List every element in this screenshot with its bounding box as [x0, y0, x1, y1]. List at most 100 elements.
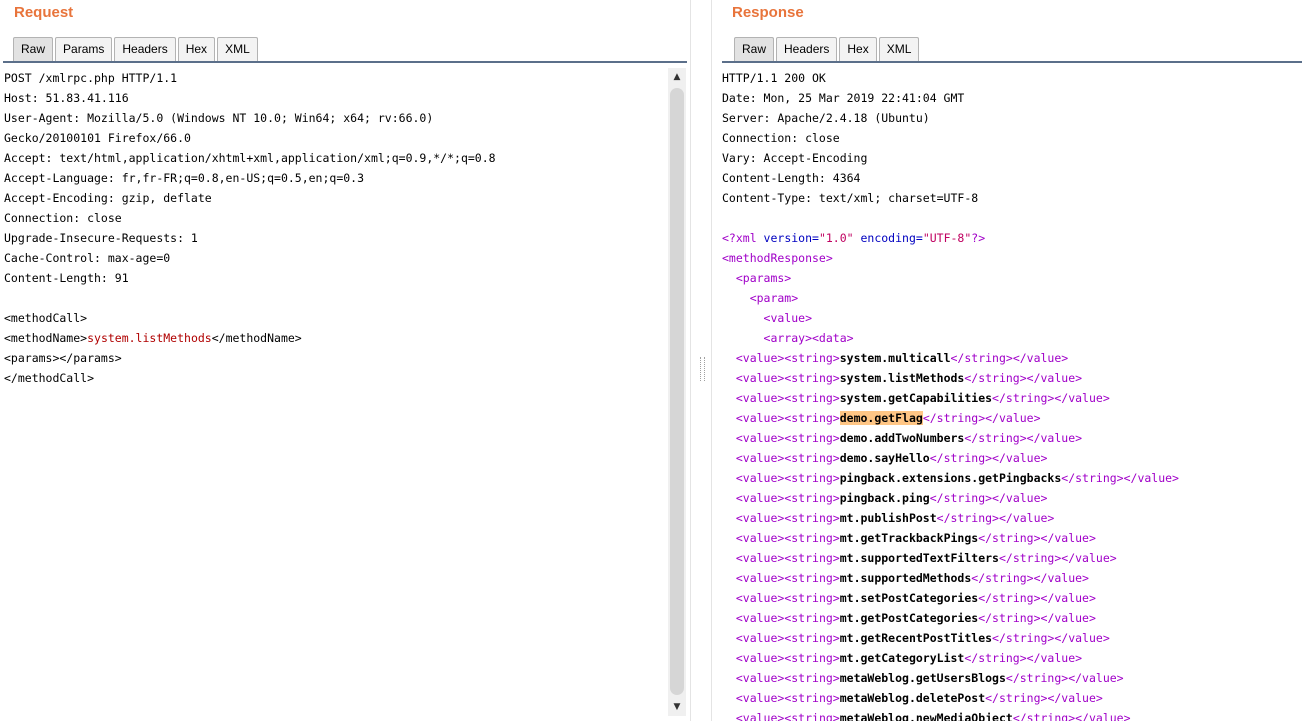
xml-tag: </string> — [992, 631, 1055, 645]
response-header-line: Content-Length: 4364 — [722, 171, 861, 185]
response-header-line — [722, 208, 1179, 228]
response-header-line: HTTP/1.1 200 OK — [722, 71, 826, 85]
scroll-down-arrow-icon[interactable]: ▼ — [668, 698, 686, 716]
request-line: Gecko/20100101 Firefox/66.0 — [4, 131, 191, 145]
xml-tag: </string> — [929, 491, 993, 505]
xml-tag: </string> — [1005, 671, 1069, 685]
xml-attribute: version= — [763, 231, 819, 245]
response-header-line: Server: Apache/2.4.18 (Ubuntu) — [722, 111, 930, 125]
xml-tag: <value> — [735, 451, 785, 465]
method-name: metaWeblog.deletePost — [839, 691, 986, 705]
scrollbar-thumb[interactable] — [670, 88, 684, 695]
response-viewer[interactable]: HTTP/1.1 200 OK Date: Mon, 25 Mar 2019 22… — [722, 68, 1179, 721]
method-name: mt.getRecentPostTitles — [839, 631, 993, 645]
xml-tag: </value> — [992, 451, 1048, 465]
xml-tag: </string> — [992, 391, 1055, 405]
method-name: mt.getPostCategories — [839, 611, 979, 625]
xml-tag: <string> — [784, 651, 840, 665]
xml-tag: </value> — [1026, 371, 1083, 385]
method-row: <value><string>mt.supportedMethods</stri… — [722, 568, 1179, 588]
method-row: <value><string>demo.addTwoNumbers</strin… — [722, 428, 1179, 448]
xml-tag: </string> — [922, 411, 986, 425]
method-row: <value><string>demo.getFlag</string></va… — [722, 408, 1179, 428]
xml-tag: <value> — [735, 551, 785, 565]
response-title: Response — [732, 4, 804, 21]
request-pane: Request Raw Params Headers Hex XML POST … — [0, 0, 690, 721]
xml-tag: <string> — [784, 451, 840, 465]
scroll-up-arrow-icon[interactable]: ▲ — [668, 68, 686, 86]
method-row: <value><string>pingback.ping</string></v… — [722, 488, 1179, 508]
xml-tag: ?> — [971, 231, 986, 245]
request-tab-hex[interactable]: Hex — [177, 37, 216, 61]
xml-tag: </value> — [998, 511, 1055, 525]
xml-tag: <string> — [784, 411, 840, 425]
xml-tag: </string> — [1061, 471, 1124, 485]
xml-tag: </string> — [978, 531, 1041, 545]
method-row: <value><string>mt.getCategoryList</strin… — [722, 648, 1179, 668]
method-name: mt.supportedTextFilters — [839, 551, 999, 565]
response-tab-headers[interactable]: Headers — [776, 37, 838, 61]
xml-tag: <string> — [784, 511, 840, 525]
xml-tag: </string> — [929, 451, 993, 465]
xml-tag: </value> — [1054, 631, 1110, 645]
xml-structure-line: <value> — [722, 311, 813, 325]
xml-tag: </value> — [1040, 591, 1096, 605]
response-tab-xml[interactable]: XML — [878, 37, 920, 61]
highlighted-method-name: demo.getFlag — [839, 411, 923, 425]
xml-tag: </value> — [992, 491, 1048, 505]
xml-tag: </methodName> — [211, 331, 302, 345]
response-header-line: Vary: Accept-Encoding — [722, 151, 868, 165]
xml-tag: <value> — [735, 371, 785, 385]
request-tabs: Raw Params Headers Hex XML — [13, 37, 260, 62]
request-line: Cache-Control: max-age=0 — [4, 251, 171, 265]
method-row: <value><string>mt.getRecentPostTitles</s… — [722, 628, 1179, 648]
xml-tag: </value> — [1026, 431, 1083, 445]
xml-tag: <methodName> — [4, 331, 88, 345]
request-line: Host: 51.83.41.116 — [4, 91, 129, 105]
xml-tag: </string> — [964, 431, 1027, 445]
request-tab-raw[interactable]: Raw — [13, 37, 54, 61]
method-name-value: system.listMethods — [87, 331, 212, 345]
response-header-line: Date: Mon, 25 Mar 2019 22:41:04 GMT — [722, 91, 965, 105]
xml-tag: <value> — [735, 571, 785, 585]
xml-structure-line: <param> — [722, 291, 799, 305]
xml-tag: </value> — [1075, 711, 1131, 721]
xml-tag: <string> — [784, 391, 840, 405]
xml-tag: </value> — [1026, 651, 1083, 665]
method-row: <value><string>metaWeblog.getUsersBlogs<… — [722, 668, 1179, 688]
method-name: metaWeblog.newMediaObject — [839, 711, 1013, 721]
pane-splitter[interactable] — [690, 0, 712, 721]
xml-tag: <value> — [735, 671, 785, 685]
method-row: <value><string>mt.supportedTextFilters</… — [722, 548, 1179, 568]
request-tab-xml[interactable]: XML — [217, 37, 258, 61]
method-row: <value><string>pingback.extensions.getPi… — [722, 468, 1179, 488]
request-editor[interactable]: POST /xmlrpc.php HTTP/1.1 Host: 51.83.41.… — [4, 68, 496, 388]
xml-tag: </string> — [936, 511, 999, 525]
method-name: pingback.ping — [839, 491, 930, 505]
request-tab-params[interactable]: Params — [55, 37, 113, 61]
xml-declaration: <?xml version="1.0" encoding="UTF-8"?> — [722, 228, 1179, 248]
method-row: <value><string>metaWeblog.newMediaObject… — [722, 708, 1179, 721]
response-tab-raw[interactable]: Raw — [734, 37, 775, 61]
xml-tag: <string> — [784, 631, 840, 645]
xml-tag: </value> — [1033, 571, 1089, 585]
request-scrollbar[interactable]: ▲ ▼ — [668, 68, 686, 716]
response-tab-hex[interactable]: Hex — [839, 37, 877, 61]
request-tab-headers[interactable]: Headers — [114, 37, 176, 61]
request-title: Request — [14, 4, 74, 21]
xml-tag: <value> — [735, 611, 785, 625]
xml-tag: <string> — [784, 431, 840, 445]
request-line: User-Agent: Mozilla/5.0 (Windows NT 10.0… — [4, 111, 434, 125]
splitter-grip-icon[interactable] — [700, 357, 705, 381]
method-name: metaWeblog.getUsersBlogs — [839, 671, 1006, 685]
request-tab-underline — [3, 61, 687, 63]
xml-tag: </string> — [998, 551, 1062, 565]
request-line: <methodCall> — [4, 311, 88, 325]
